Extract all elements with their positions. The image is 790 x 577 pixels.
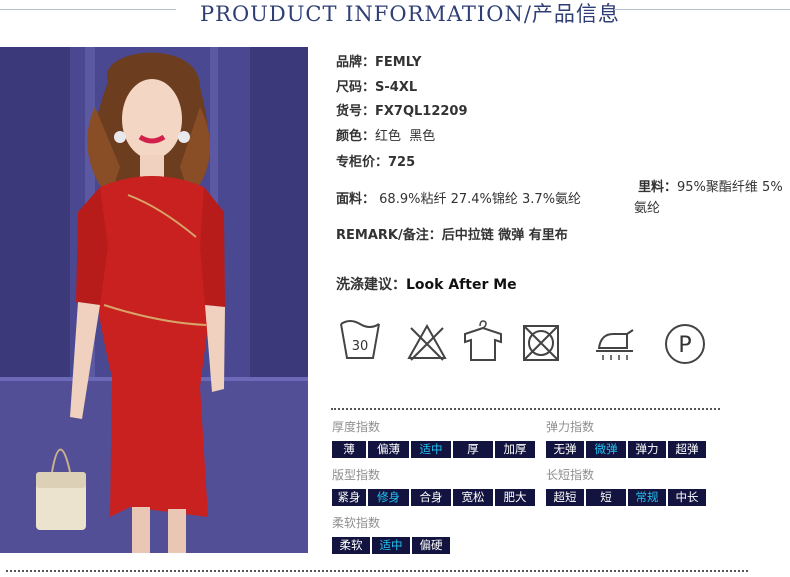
thickness-option: 加厚 — [495, 441, 535, 458]
fit-options: 紧身 修身 合身 宽松 肥大 — [332, 489, 535, 506]
elasticity-option: 超弹 — [668, 441, 706, 458]
length-option: 中长 — [668, 489, 706, 506]
fit-label: 版型指数 — [332, 468, 381, 482]
elasticity-option: 无弹 — [546, 441, 584, 458]
wash-label: 洗涤建议： — [336, 277, 406, 293]
wash-30-icon: 30 — [340, 320, 380, 359]
no-tumble-dry-icon — [523, 325, 559, 361]
wash-temp: 30 — [352, 339, 369, 354]
size-label: 尺码： — [336, 80, 376, 95]
no-bleach-icon — [407, 324, 447, 361]
softness-options: 柔软 适中 偏硬 — [332, 537, 450, 554]
spec-remark: REMARK/备注：后中拉链 微弹 有里布 — [336, 224, 568, 243]
sku-label: 货号： — [336, 104, 376, 119]
lining-label: 里料： — [638, 180, 678, 195]
fit-option: 肥大 — [495, 489, 535, 506]
spec-fabric: 面料： 68.9%粘纤 27.4%锦纶 3.7%氨纶 — [336, 188, 581, 207]
length-options: 超短 短 常规 中长 — [546, 489, 706, 506]
wash-value: Look After Me — [406, 277, 517, 293]
header-line-left — [0, 9, 176, 10]
indices-divider-top — [331, 408, 720, 410]
thickness-label: 厚度指数 — [332, 420, 381, 434]
length-option-selected: 常规 — [628, 489, 666, 506]
elasticity-label: 弹力指数 — [546, 420, 595, 434]
color-value: 红色 黑色 — [375, 129, 436, 144]
thickness-option-selected: 适中 — [411, 441, 451, 458]
thickness-option: 偏薄 — [368, 441, 409, 458]
elasticity-option: 弹力 — [628, 441, 666, 458]
fit-option: 紧身 — [332, 489, 366, 506]
remark-value: 后中拉链 微弹 有里布 — [441, 228, 568, 243]
product-photo — [0, 47, 308, 553]
footer-divider — [6, 570, 748, 572]
length-label: 长短指数 — [546, 468, 595, 482]
brand-label: 品牌： — [336, 55, 376, 70]
section-title: PROUDUCT INFORMATION/产品信息 — [200, 2, 620, 26]
sku-value: FX7QL12209 — [375, 104, 468, 119]
color-label: 颜色： — [336, 129, 376, 144]
spec-size: 尺码：S-4XL — [336, 76, 417, 95]
spec-sku: 货号：FX7QL12209 — [336, 100, 468, 119]
spec-lining: 里料：95%聚酯纤维 5% 氨纶 — [634, 177, 783, 219]
softness-option-selected: 适中 — [372, 537, 410, 554]
length-option: 短 — [586, 489, 626, 506]
care-icons-row: 30 P — [335, 318, 715, 370]
header-line-right — [614, 9, 790, 10]
spec-price: 专柜价：725 — [336, 151, 415, 170]
softness-option: 偏硬 — [412, 537, 450, 554]
thickness-options: 薄 偏薄 适中 厚 加厚 — [332, 441, 535, 458]
fit-option: 宽松 — [453, 489, 493, 506]
thickness-option: 薄 — [332, 441, 366, 458]
lining-value-2: 氨纶 — [634, 201, 661, 216]
softness-option: 柔软 — [332, 537, 370, 554]
fit-option-selected: 修身 — [368, 489, 409, 506]
brand-value: FEMLY — [375, 55, 422, 70]
fit-option: 合身 — [411, 489, 451, 506]
dry-clean-letter: P — [678, 333, 691, 358]
spec-wash: 洗涤建议：Look After Me — [336, 274, 517, 294]
elasticity-options: 无弹 微弹 弹力 超弹 — [546, 441, 706, 458]
dry-clean-p-icon: P — [665, 324, 705, 364]
thickness-option: 厚 — [453, 441, 493, 458]
elasticity-option-selected: 微弹 — [586, 441, 626, 458]
fabric-label: 面料： — [336, 192, 376, 207]
size-value: S-4XL — [375, 80, 418, 95]
spec-brand: 品牌：FEMLY — [336, 51, 421, 70]
iron-steam-icon — [596, 329, 634, 360]
remark-label: REMARK/备注： — [336, 228, 442, 243]
lining-value-1: 95%聚酯纤维 5% — [677, 180, 783, 195]
fabric-value: 68.9%粘纤 27.4%锦纶 3.7%氨纶 — [379, 192, 582, 207]
length-option: 超短 — [546, 489, 584, 506]
spec-color: 颜色：红色 黑色 — [336, 125, 435, 144]
price-label: 专柜价： — [336, 155, 389, 170]
price-value: 725 — [388, 155, 416, 170]
hang-dry-icon — [464, 320, 502, 361]
model-illustration — [0, 47, 308, 553]
softness-label: 柔软指数 — [332, 516, 381, 530]
